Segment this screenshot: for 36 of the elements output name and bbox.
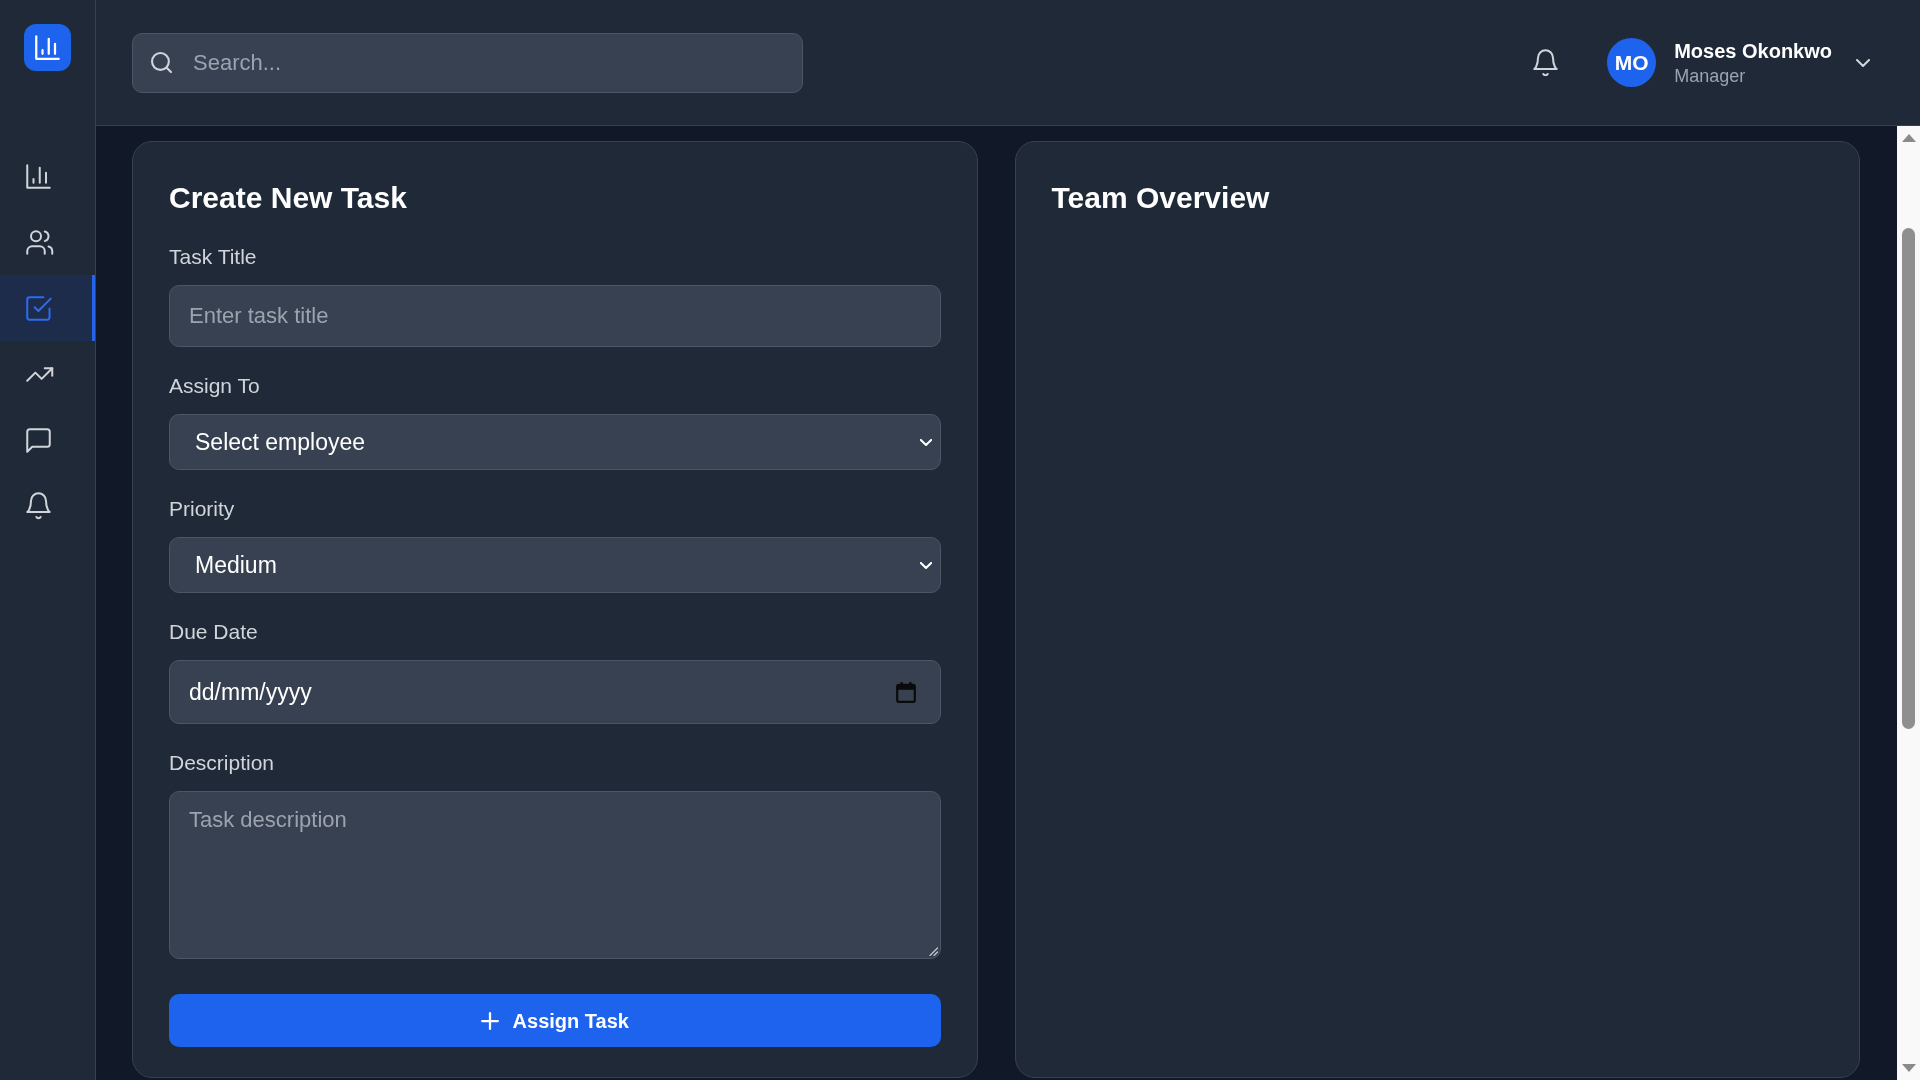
assign-task-button[interactable]: Assign Task [169,994,941,1047]
card-title: Create New Task [169,180,407,216]
field-label: Assign To [169,374,260,398]
select-field[interactable]: Select employee [169,414,941,470]
logo-icon [24,24,71,71]
bell-icon [26,492,51,520]
check-square-icon [26,295,52,321]
field-label: Task Title [169,245,257,269]
select-field[interactable]: Medium [169,537,941,593]
card-title: Team Overview [1051,180,1270,216]
scrollbar-thumb[interactable] [1902,228,1915,729]
bar-chart-icon [26,163,51,189]
scrollbar[interactable] [1897,126,1920,1080]
scroll-down-arrow-icon[interactable] [1901,1064,1916,1072]
user-name: Moses Okonkwo [1674,38,1832,64]
chevron-down-icon[interactable] [1856,58,1870,67]
scroll-up-arrow-icon[interactable] [1901,134,1916,142]
sidebar-nav-item[interactable] [0,275,95,341]
date-field[interactable]: dd/mm/yyyy [169,660,941,724]
chat-bubble-icon [26,427,51,453]
textarea-field[interactable]: Task description [169,791,941,959]
field-label: Due Date [169,620,258,644]
search-icon [151,52,172,73]
user-avatar[interactable]: MO [1607,38,1657,87]
plus-icon [480,1011,499,1030]
field-label: Priority [169,497,235,521]
search-field[interactable]: Search... [132,32,803,93]
resize-handle-icon[interactable] [928,947,938,956]
trending-up-icon [26,366,54,382]
user-role: Manager [1674,64,1746,88]
chevron-down-icon [919,438,932,446]
bell-icon[interactable] [1533,48,1559,77]
field-label: Description [169,751,275,775]
chevron-down-icon [919,561,932,569]
users-icon [26,229,54,255]
text-input-field[interactable]: Enter task title [169,285,941,347]
